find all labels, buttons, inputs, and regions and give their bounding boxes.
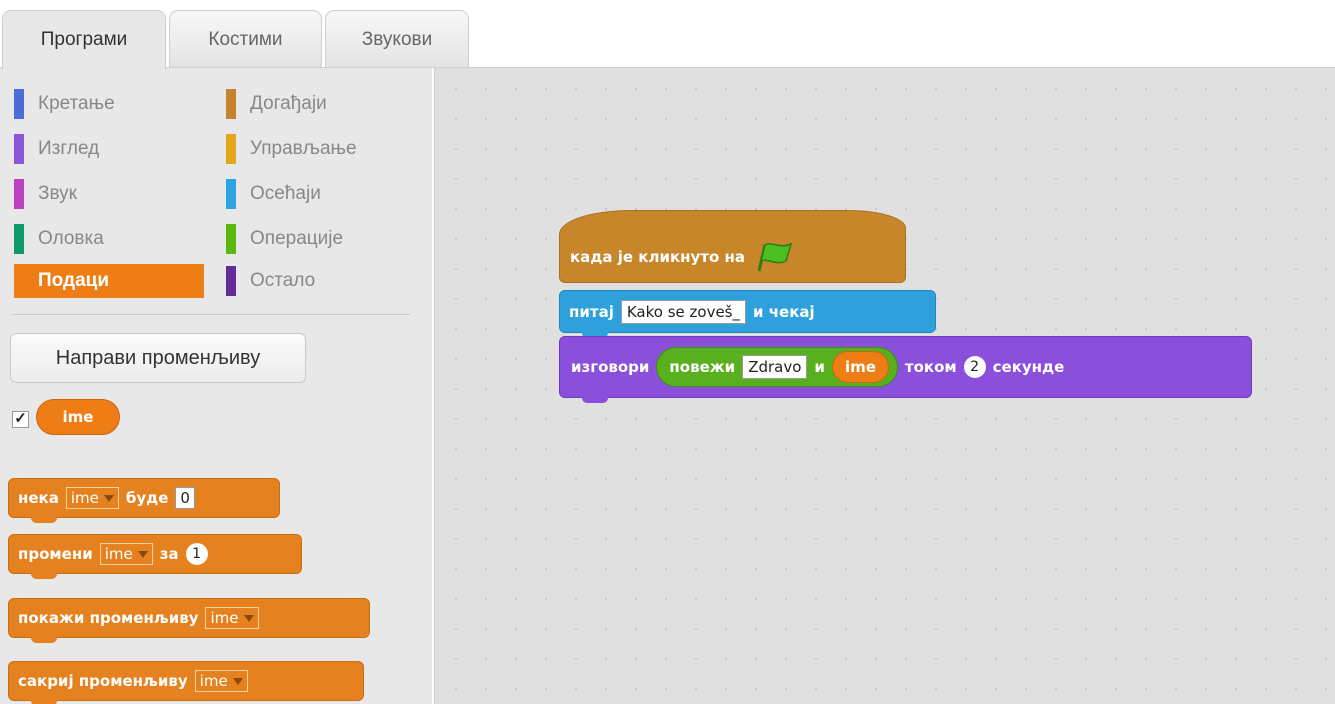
category-color-swatch [14, 224, 24, 254]
tab-costumes[interactable]: Костими [169, 10, 322, 68]
category-color-swatch [226, 134, 236, 164]
category-label: Управљање [250, 138, 357, 159]
category-looks[interactable]: Изглед [14, 132, 204, 166]
variable-dropdown[interactable]: ime [65, 487, 119, 509]
block-label: и чекај [753, 302, 815, 321]
block-label: током [904, 358, 957, 376]
join-text-input[interactable]: Zdravo [742, 355, 808, 379]
chevron-down-icon [232, 677, 243, 685]
category-control[interactable]: Управљање [226, 132, 416, 166]
variable-dropdown[interactable]: ime [205, 607, 259, 629]
category-label: Остало [250, 270, 316, 291]
variable-reporter-ime[interactable]: ime [831, 351, 889, 383]
category-color-swatch [226, 89, 236, 119]
category-label: Звук [38, 183, 77, 204]
category-color-swatch [14, 89, 24, 119]
when-flag-clicked-block[interactable]: када је кликнуто на [559, 210, 906, 283]
block-label: буде [125, 489, 169, 507]
variable-dropdown[interactable]: ime [194, 670, 248, 692]
category-label: Изглед [38, 138, 100, 159]
chevron-down-icon [243, 614, 254, 622]
dropdown-value: ime [104, 545, 133, 563]
category-color-swatch [14, 179, 24, 209]
dropdown-value: ime [70, 489, 99, 507]
category-color-swatch [226, 224, 236, 254]
block-label: изговори [571, 358, 650, 376]
green-flag-icon [757, 242, 793, 271]
chevron-down-icon [103, 494, 114, 502]
tab-sounds[interactable]: Звукови [325, 10, 469, 68]
category-label: Кретање [38, 93, 115, 114]
join-operator-block[interactable]: повежи Zdravo и ime [656, 347, 898, 387]
block-label: секунде [992, 358, 1065, 376]
make-variable-button[interactable]: Направи променљиву [10, 333, 306, 383]
block-palette: Кретање Изглед Звук Оловка Подаци Догађа… [0, 68, 432, 704]
variable-reporter-ime[interactable]: ime [36, 399, 120, 435]
say-for-secs-block[interactable]: изговори повежи Zdravo и ime током 2 сек… [559, 336, 1252, 403]
seconds-input[interactable]: 2 [963, 356, 986, 378]
question-input[interactable]: Kako se zoveš_ [620, 299, 746, 324]
category-label: Подаци [38, 270, 109, 291]
category-sound[interactable]: Звук [14, 177, 204, 211]
block-label: питај [569, 302, 614, 321]
variable-name: ime [844, 358, 876, 376]
hide-variable-block[interactable]: сакриј променљиву ime [8, 661, 364, 704]
category-label: Операције [250, 228, 344, 249]
category-more-blocks[interactable]: Остало [226, 264, 416, 298]
category-color-swatch [226, 266, 236, 296]
category-color-swatch [226, 179, 236, 209]
ask-and-wait-block[interactable]: питај Kako se zoveš_ и чекај [559, 290, 936, 338]
block-label: и [814, 358, 825, 376]
block-label: када је кликнуто на [570, 247, 746, 266]
category-color-swatch [14, 134, 24, 164]
value-input[interactable]: 0 [175, 487, 195, 509]
change-variable-block[interactable]: промени ime за 1 [8, 534, 302, 579]
block-label: за [159, 545, 179, 563]
block-label: покажи променљиву [18, 609, 199, 627]
dropdown-value: ime [210, 609, 239, 627]
category-operators[interactable]: Операције [226, 222, 416, 256]
dropdown-value: ime [199, 672, 228, 690]
tab-programs[interactable]: Програми [2, 10, 166, 70]
palette-divider [12, 314, 410, 315]
script-area[interactable]: када је кликнуто на питај Kako se zoveš_… [434, 68, 1335, 704]
category-motion[interactable]: Кретање [14, 87, 204, 121]
category-label: Осећаји [250, 183, 321, 204]
show-variable-block[interactable]: покажи променљиву ime [8, 598, 370, 643]
block-label: сакриј променљиву [18, 672, 188, 690]
set-variable-block[interactable]: нека ime буде 0 [8, 478, 280, 523]
category-pen[interactable]: Оловка [14, 222, 204, 256]
category-data[interactable]: Подаци [14, 264, 204, 298]
category-label: Оловка [38, 228, 104, 249]
value-input[interactable]: 1 [185, 543, 208, 565]
variable-visibility-checkbox[interactable]: ✓ [12, 411, 29, 428]
category-events[interactable]: Догађаји [226, 87, 416, 121]
chevron-down-icon [137, 550, 148, 558]
category-label: Догађаји [250, 93, 327, 114]
block-label: нека [18, 489, 59, 507]
variable-name: ime [62, 408, 94, 426]
variable-dropdown[interactable]: ime [99, 543, 153, 565]
tab-bar: Програми Костими Звукови [0, 0, 1335, 70]
block-label: промени [18, 545, 93, 563]
category-sensing[interactable]: Осећаји [226, 177, 416, 211]
block-label: повежи [669, 358, 736, 376]
